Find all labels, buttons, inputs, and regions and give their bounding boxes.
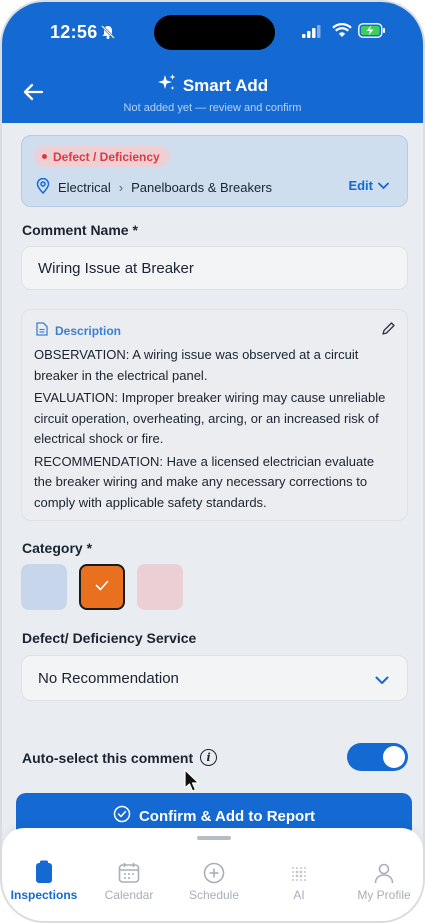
comment-name-label: Comment Name * <box>22 222 138 238</box>
defect-badge: Defect / Deficiency <box>34 146 170 167</box>
tab-calendar-label: Calendar <box>104 888 154 902</box>
checkmark-icon <box>95 578 109 596</box>
breadcrumb-subsection: Panelboards & Breakers <box>131 180 273 195</box>
dynamic-island <box>154 15 275 50</box>
battery-charging-icon <box>358 23 386 43</box>
wifi-icon <box>332 23 352 43</box>
person-icon <box>342 858 423 884</box>
page-subtitle: Not added yet — review and confirm <box>123 102 302 114</box>
clipboard-icon <box>2 858 86 884</box>
description-evaluation: EVALUATION: Improper breaker wiring may … <box>34 390 386 446</box>
auto-select-label: Auto-select this comment <box>22 749 194 766</box>
tab-schedule-label: Schedule <box>188 888 240 902</box>
service-selected-value: No Recommendation <box>38 669 179 687</box>
edit-label: Edit <box>348 178 373 193</box>
document-icon <box>36 322 48 339</box>
edit-pencil-icon[interactable] <box>382 322 395 340</box>
defect-classification-card: Defect / Deficiency Electrical › Panelbo… <box>21 135 408 207</box>
description-text[interactable]: OBSERVATION: A wiring issue was observed… <box>34 345 395 513</box>
sheet-grabber[interactable] <box>197 836 231 840</box>
header-title-group: Smart Add Not added yet — review and con… <box>2 73 423 114</box>
cellular-signal-icon <box>302 25 322 43</box>
tab-ai[interactable]: AI <box>257 858 341 902</box>
description-label: Description <box>55 323 122 338</box>
description-header: Description <box>36 322 395 339</box>
page-title-text: Smart Add <box>182 75 269 95</box>
service-select[interactable]: No Recommendation <box>21 655 408 701</box>
sparkle-grid-icon <box>257 858 341 884</box>
description-recommendation: RECOMMENDATION: Have a licensed electric… <box>34 453 375 510</box>
tab-calendar[interactable]: Calendar <box>87 858 171 902</box>
auto-select-label-group: Auto-select this comment i <box>22 749 218 766</box>
category-label: Category * <box>22 540 93 556</box>
bell-muted-icon <box>100 24 116 45</box>
edit-section-button[interactable]: Edit <box>348 178 389 193</box>
tab-inspections-label: Inspections <box>10 888 78 902</box>
status-bar: 12:56 <box>2 2 423 62</box>
auto-select-toggle[interactable] <box>347 743 408 771</box>
calendar-icon <box>87 858 171 884</box>
chevron-down-icon <box>378 178 389 193</box>
page-title: Smart Add <box>157 73 268 98</box>
comment-name-input[interactable]: Wiring Issue at Breaker <box>21 246 408 290</box>
category-swatch-blue[interactable] <box>21 564 67 610</box>
description-card: Description OBSERVATION: A wiring issue … <box>21 309 408 521</box>
plus-circle-icon <box>172 858 256 884</box>
section-breadcrumb: Electrical › Panelboards & Breakers <box>36 177 273 197</box>
phone-screen: 12:56 Smart Add Not added yet — review a… <box>0 0 425 923</box>
tab-schedule[interactable]: Schedule <box>172 858 256 902</box>
tab-inspections[interactable]: Inspections <box>2 858 86 902</box>
check-circle-icon <box>113 805 131 827</box>
breadcrumb-section: Electrical <box>58 180 111 195</box>
badge-dot-icon <box>42 154 47 159</box>
category-swatch-pink[interactable] <box>137 564 183 610</box>
description-observation: OBSERVATION: A wiring issue was observed… <box>34 347 359 383</box>
form-content: Defect / Deficiency Electrical › Panelbo… <box>2 123 423 921</box>
tab-my-profile-label: My Profile <box>357 888 411 902</box>
tab-my-profile[interactable]: My Profile <box>342 858 423 902</box>
auto-select-row: Auto-select this comment i <box>22 743 408 771</box>
category-swatch-orange-selected[interactable] <box>79 564 125 610</box>
tab-ai-label: AI <box>293 888 305 902</box>
defect-badge-label: Defect / Deficiency <box>53 149 160 164</box>
chevron-down-icon <box>375 672 389 689</box>
location-pin-icon <box>36 177 50 197</box>
app-header: 12:56 Smart Add Not added yet — review a… <box>2 2 423 123</box>
breadcrumb-chevron-icon: › <box>118 180 124 195</box>
service-label: Defect/ Deficiency Service <box>22 630 197 646</box>
sparkle-icon <box>157 73 177 98</box>
bottom-tab-bar: Inspections Calendar Schedule AI My Prof <box>2 828 423 921</box>
confirm-add-label: Confirm & Add to Report <box>138 807 316 825</box>
toggle-knob <box>383 746 405 768</box>
status-time: 12:56 <box>50 22 98 42</box>
info-icon[interactable]: i <box>200 749 218 766</box>
